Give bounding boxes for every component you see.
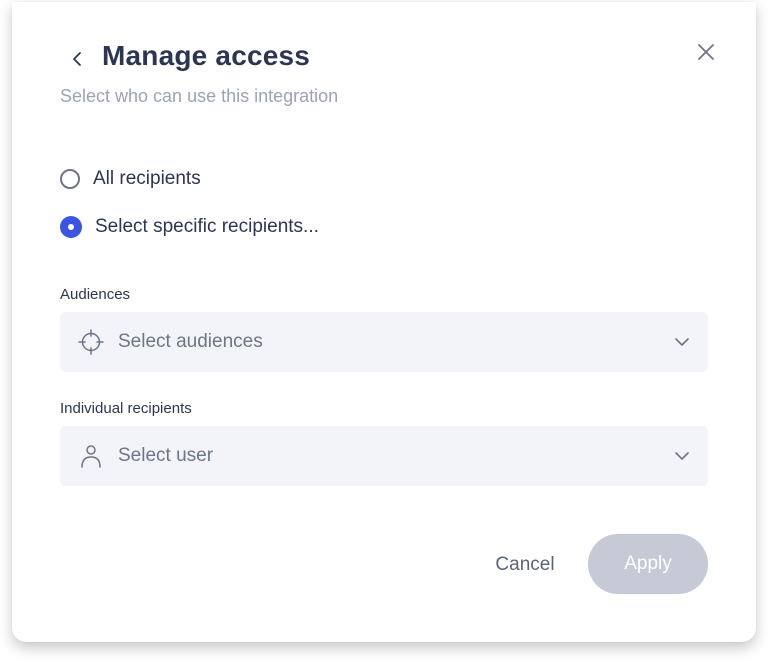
radio-label-specific-recipients: Select specific recipients... [95, 216, 319, 237]
close-icon [698, 44, 714, 60]
close-button[interactable] [694, 40, 718, 64]
apply-button[interactable]: Apply [588, 534, 708, 594]
radio-button-checked[interactable] [60, 216, 82, 238]
radio-button-unchecked[interactable] [60, 169, 80, 189]
audiences-select[interactable]: Select audiences [60, 312, 708, 372]
user-select[interactable]: Select user [60, 426, 708, 486]
manage-access-dialog: Manage access Select who can use this in… [12, 2, 756, 642]
user-icon [78, 443, 104, 469]
cancel-button[interactable]: Cancel [480, 536, 570, 594]
radio-label-all-recipients: All recipients [93, 168, 201, 189]
crosshair-icon [78, 329, 104, 355]
radio-specific-recipients[interactable]: Select specific recipients... [60, 216, 319, 238]
audiences-placeholder: Select audiences [118, 331, 263, 352]
radio-all-recipients[interactable]: All recipients [60, 168, 201, 190]
dialog-title: Manage access [102, 40, 311, 71]
back-button[interactable] [66, 46, 88, 72]
chevron-down-icon [672, 446, 692, 466]
dialog-subtitle: Select who can use this integration [60, 86, 339, 106]
chevron-down-icon [672, 332, 692, 352]
chevron-left-icon [73, 52, 81, 66]
audiences-label: Audiences [60, 286, 131, 303]
user-placeholder: Select user [118, 445, 214, 466]
individual-recipients-label: Individual recipients [60, 400, 192, 417]
